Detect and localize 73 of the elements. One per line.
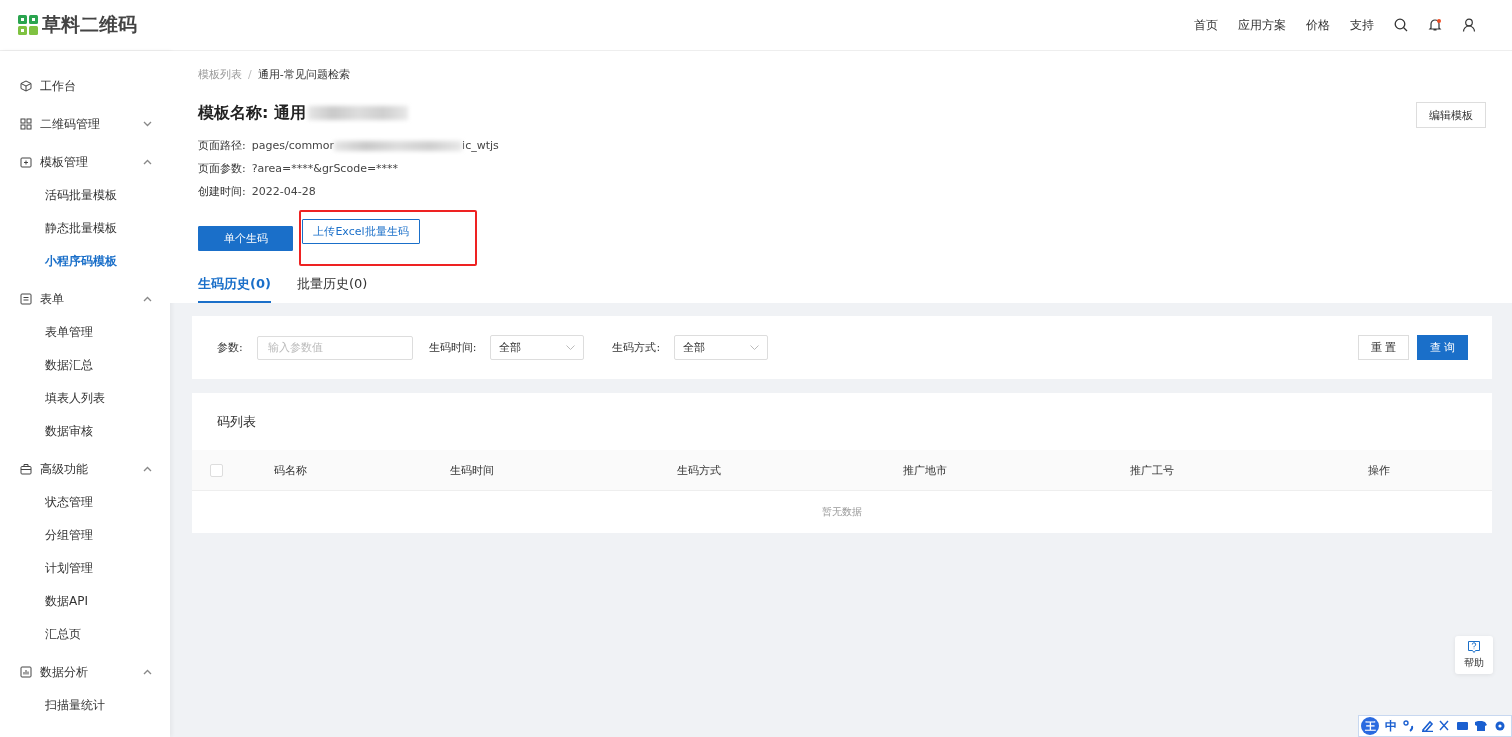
tab[interactable]: 生码历史(0)	[198, 265, 271, 303]
column-header: 推广地市	[902, 462, 949, 478]
meta-value: 2022-04-28	[251, 185, 316, 198]
param-input-field[interactable]: 输入参数值	[256, 335, 413, 360]
menu-item[interactable]: 填表人列表	[0, 382, 170, 415]
nav-link[interactable]: 价格	[1306, 16, 1330, 34]
breadcrumb-current: 通用-常见问题检索	[257, 67, 350, 82]
meta-value: ?area=****&grScode=****	[251, 162, 399, 175]
cube-icon	[20, 80, 32, 92]
logo-icon	[18, 15, 38, 35]
chart-icon	[20, 666, 32, 678]
chevron-icon	[750, 345, 760, 350]
filter-label: 生码时间:	[428, 340, 477, 355]
nav-link[interactable]: 支持	[1350, 16, 1374, 34]
empty-text: 暂无数据	[822, 505, 862, 519]
checkbox[interactable]	[210, 463, 223, 477]
user-icon[interactable]	[1462, 18, 1476, 32]
menu-item[interactable]: 扫描量统计	[0, 689, 170, 722]
menu-item[interactable]: 数据API	[0, 585, 170, 618]
breadcrumb-separator: /	[248, 68, 252, 81]
menu-item[interactable]: 状态管理	[0, 486, 170, 519]
menu-item[interactable]: 汇总页	[0, 618, 170, 651]
tab[interactable]: 批量历史(0)	[296, 265, 368, 303]
reset-button[interactable]: 重 置	[1358, 335, 1409, 360]
generate-button[interactable]: 单个生码	[198, 225, 293, 251]
meta-label: 页面路径:	[198, 138, 246, 153]
column-header: 操作	[1366, 462, 1391, 478]
bell-icon[interactable]	[1428, 18, 1442, 32]
menu-item[interactable]: 静态批量模板	[0, 212, 170, 245]
menu-group[interactable]: 模板管理	[0, 145, 170, 179]
chevron-icon	[566, 345, 576, 350]
form-icon	[20, 293, 32, 305]
menu-group[interactable]: 工作台	[0, 69, 170, 103]
menu-group[interactable]: 二维码管理	[0, 107, 170, 141]
menu-item[interactable]: 数据汇总	[0, 349, 170, 382]
ime-tools-icon[interactable]	[1403, 720, 1507, 732]
meta-value: ic_wtjs	[462, 139, 499, 152]
meta-value: pages/commor	[251, 139, 335, 152]
help-icon	[1467, 640, 1481, 654]
grid-icon	[20, 118, 32, 130]
ime-logo[interactable]: 王	[1361, 717, 1379, 735]
time-select[interactable]: 全部	[490, 335, 585, 360]
filter-label: 生码方式:	[612, 340, 661, 355]
query-button[interactable]: 查 询	[1417, 335, 1468, 360]
column-header: 码名称	[273, 462, 309, 478]
menu-item[interactable]: 小程序码模板	[0, 245, 170, 278]
nav-link[interactable]: 应用方案	[1238, 16, 1286, 34]
upload-button[interactable]: 上传Excel批量生码	[302, 219, 420, 244]
column-header: 生码时间	[449, 462, 496, 478]
nav-link[interactable]: 首页	[1194, 16, 1218, 34]
template-icon	[20, 156, 32, 168]
menu-group[interactable]: 表单	[0, 282, 170, 316]
edit-template-button[interactable]: 编辑模板	[1416, 102, 1486, 128]
column-header: 生码方式	[675, 462, 722, 478]
meta-label: 页面参数:	[198, 161, 246, 176]
column-header: 推广工号	[1129, 462, 1176, 478]
meta-label: 创建时间:	[198, 184, 246, 199]
menu-item[interactable]: 分组管理	[0, 519, 170, 552]
table-title: 码列表	[216, 413, 257, 431]
ime-mode-toggle[interactable]: 中	[1385, 717, 1397, 735]
search-icon[interactable]	[1394, 18, 1408, 32]
menu-item[interactable]: 表单管理	[0, 316, 170, 349]
briefcase-icon	[20, 463, 32, 475]
menu-group[interactable]: 高级功能	[0, 452, 170, 486]
menu-item[interactable]: 活码批量模板	[0, 179, 170, 212]
menu-item[interactable]: 计划管理	[0, 552, 170, 585]
logo-text[interactable]: 草料二维码	[42, 12, 137, 38]
method-select[interactable]: 全部	[674, 335, 769, 360]
help-button[interactable]: 帮助	[1455, 636, 1493, 674]
menu-group[interactable]: 数据分析	[0, 655, 170, 689]
menu-item[interactable]: 数据审核	[0, 415, 170, 448]
filter-label: 参数:	[217, 340, 243, 355]
template-title: 模板名称: 通用	[198, 102, 306, 124]
